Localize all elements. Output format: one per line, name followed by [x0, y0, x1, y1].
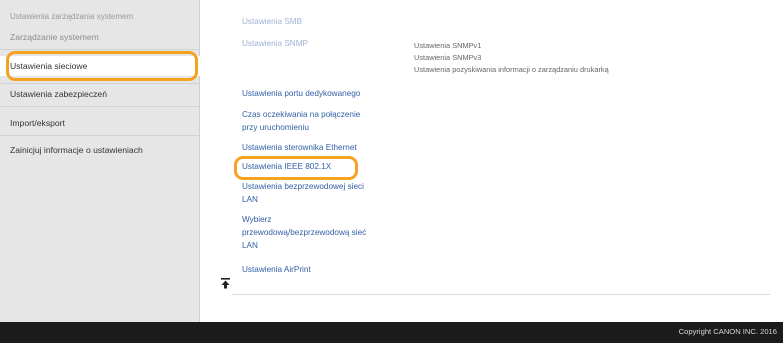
copyright-text: Copyright CANON INC. 2016 — [678, 327, 777, 336]
up-arrow-to-top-icon[interactable] — [221, 278, 230, 289]
link-snmp-settings[interactable]: Ustawienia SNMP — [242, 37, 308, 51]
content-divider — [232, 294, 770, 295]
link-ethernet-driver[interactable]: Ustawienia sterownika Ethernet — [242, 141, 357, 155]
footer: Copyright CANON INC. 2016 — [0, 322, 783, 343]
sidebar-divider — [0, 106, 200, 107]
sidebar-item-initialize-settings[interactable]: Zainicjuj informacje o ustawieniach — [0, 145, 200, 155]
sidebar-divider — [0, 135, 200, 136]
link-select-wired-wireless-line3[interactable]: LAN — [242, 239, 258, 253]
sidebar-divider — [0, 49, 200, 50]
link-wireless-lan-line2[interactable]: LAN — [242, 193, 258, 207]
link-startup-wait-time[interactable]: Czas oczekiwania na połączenie — [242, 108, 360, 122]
link-wireless-lan[interactable]: Ustawienia bezprzewodowej sieci — [242, 180, 364, 194]
link-airprint[interactable]: Ustawienia AirPrint — [242, 263, 311, 277]
link-ieee-8021x[interactable]: Ustawienia IEEE 802.1X — [242, 160, 331, 174]
info-snmpv1: Ustawienia SNMPv1 — [414, 41, 482, 50]
sidebar-item-network-settings[interactable]: Ustawienia sieciowe — [0, 56, 200, 76]
sidebar-item-security-settings[interactable]: Ustawienia zabezpieczeń — [0, 89, 200, 99]
sidebar-divider — [0, 83, 200, 84]
link-dedicated-port[interactable]: Ustawienia portu dedykowanego — [242, 87, 360, 101]
info-printer-management: Ustawienia pozyskiwania informacji o zar… — [414, 65, 609, 74]
sidebar: Ustawienia zarządzania systemem Zarządza… — [0, 0, 200, 322]
link-select-wired-wireless[interactable]: Wybierz — [242, 213, 272, 227]
sidebar-item-import-export[interactable]: Import/eksport — [0, 118, 200, 128]
link-startup-wait-time-line2[interactable]: przy uruchomieniu — [242, 121, 309, 135]
sidebar-item-system-management[interactable]: Zarządzanie systemem — [0, 32, 200, 42]
page-root: Ustawienia zarządzania systemem Zarządza… — [0, 0, 783, 343]
link-smb-settings[interactable]: Ustawienia SMB — [242, 15, 302, 29]
info-snmpv3: Ustawienia SNMPv3 — [414, 53, 482, 62]
link-select-wired-wireless-line2[interactable]: przewodową/bezprzewodową sieć — [242, 226, 366, 240]
sidebar-section-title: Ustawienia zarządzania systemem — [10, 12, 134, 21]
